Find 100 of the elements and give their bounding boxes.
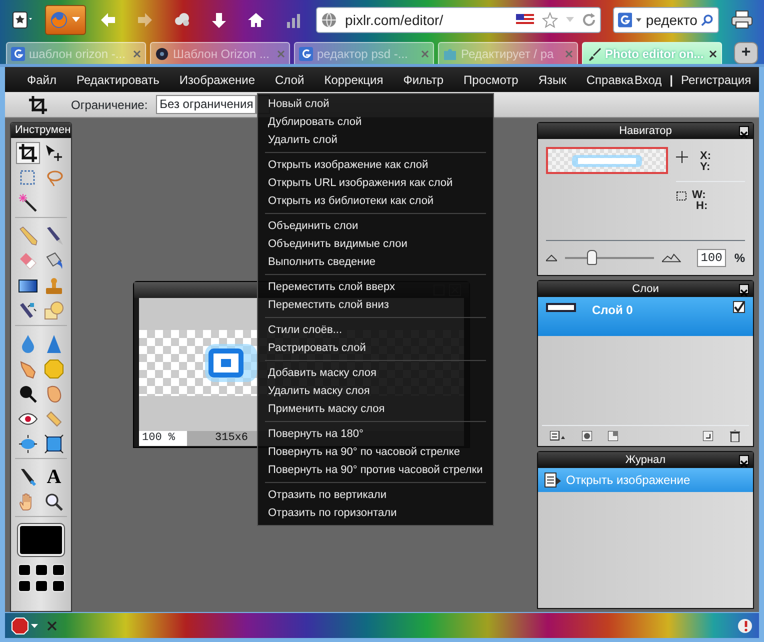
register-link[interactable]: Регистрация bbox=[680, 70, 752, 88]
zoom-out-icon[interactable] bbox=[546, 254, 557, 262]
document-arrow-icon bbox=[544, 472, 562, 488]
menu-option[interactable]: Повернуть на 180° bbox=[258, 425, 493, 443]
swatch-slot[interactable] bbox=[52, 580, 64, 592]
search-icon bbox=[701, 13, 714, 27]
constraint-select[interactable]: Без ограничения bbox=[156, 95, 256, 114]
image-size-text: 315x6 bbox=[215, 431, 248, 446]
login-link[interactable]: Вход bbox=[634, 70, 662, 88]
brush-icon bbox=[44, 226, 64, 246]
menu-item[interactable]: Просмотр bbox=[464, 70, 518, 88]
globe-icon bbox=[321, 12, 338, 28]
eyedropper-icon bbox=[18, 467, 38, 487]
swatch-slot[interactable] bbox=[52, 564, 64, 576]
menu-item[interactable]: Язык bbox=[538, 70, 566, 88]
move-arrow-icon bbox=[44, 143, 64, 163]
swatch-slot[interactable] bbox=[34, 580, 48, 592]
url-text: pixlr.com/editor/ bbox=[345, 10, 444, 30]
flag-icon bbox=[516, 14, 534, 26]
menu-option[interactable]: Стили слоёв... bbox=[258, 321, 493, 339]
swatch-slot[interactable] bbox=[18, 564, 30, 576]
menu-option[interactable]: Дублировать слой bbox=[258, 113, 493, 131]
zoom-field[interactable]: 100 % bbox=[139, 431, 187, 446]
menu-option[interactable]: Объединить слои bbox=[258, 217, 493, 235]
tool-button[interactable] bbox=[16, 142, 40, 164]
tool-button[interactable] bbox=[42, 433, 66, 455]
new-layer-icon[interactable] bbox=[703, 431, 713, 441]
menu-option[interactable]: Открыть из библиотеки как слой bbox=[258, 192, 493, 210]
layer-settings-icon[interactable] bbox=[550, 431, 566, 441]
close-button[interactable] bbox=[739, 455, 749, 465]
menu-item[interactable]: Редактировать bbox=[76, 70, 160, 88]
mask-icon[interactable] bbox=[582, 431, 592, 441]
close-icon[interactable] bbox=[709, 50, 717, 58]
star-icon[interactable] bbox=[542, 12, 558, 28]
caret-icon bbox=[566, 17, 574, 23]
menu-option[interactable]: Открыть URL изображения как слой bbox=[258, 174, 493, 192]
search-bar[interactable]: редекто bbox=[612, 7, 719, 33]
y-label: Y: bbox=[700, 162, 711, 173]
pencil-icon bbox=[18, 226, 38, 246]
menu-option[interactable]: Удалить слой bbox=[258, 131, 493, 149]
cone-icon bbox=[44, 334, 64, 354]
close-button[interactable] bbox=[739, 126, 749, 136]
menu-option[interactable]: Отразить по горизонтали bbox=[258, 504, 493, 522]
address-bar[interactable]: pixlr.com/editor/ bbox=[316, 7, 601, 33]
history-label: Открыть изображение bbox=[566, 472, 690, 489]
paint-bucket-icon bbox=[44, 251, 64, 271]
menu-option[interactable]: Переместить слой вверх bbox=[258, 278, 493, 296]
menu-item[interactable]: Фильтр bbox=[403, 70, 444, 88]
google-icon bbox=[618, 12, 632, 28]
dotted-rect-icon bbox=[676, 190, 688, 202]
pinch-icon bbox=[44, 434, 64, 454]
shapes-icon bbox=[44, 301, 64, 321]
new-layer-checker-icon[interactable] bbox=[608, 431, 618, 441]
h-label: H: bbox=[696, 201, 708, 212]
menu-option[interactable]: Новый слой bbox=[258, 95, 493, 113]
menu-item[interactable]: Справка bbox=[586, 70, 634, 88]
brush-arrows-icon bbox=[18, 301, 38, 321]
panel-title: Инструмен bbox=[11, 123, 71, 138]
menu-option[interactable]: Переместить слой вниз bbox=[258, 296, 493, 314]
adblock-icon[interactable] bbox=[11, 616, 39, 634]
firefox-menu-button[interactable] bbox=[45, 5, 86, 35]
zoom-input[interactable]: 100 bbox=[696, 249, 726, 267]
magic-wand-icon bbox=[18, 193, 38, 213]
swatch-slot[interactable] bbox=[18, 580, 30, 592]
crop-icon bbox=[18, 143, 38, 163]
close-icon bbox=[740, 460, 748, 468]
menu-option[interactable]: Отразить по вертикали bbox=[258, 486, 493, 504]
caret-icon bbox=[72, 17, 80, 23]
menu-item[interactable]: Файл bbox=[27, 70, 57, 88]
menu-option[interactable]: Добавить маску слоя bbox=[258, 364, 493, 382]
menu-item[interactable]: Изображение bbox=[179, 70, 256, 88]
slider-thumb[interactable] bbox=[586, 250, 597, 265]
close-button[interactable] bbox=[739, 284, 749, 294]
zoom-in-icon[interactable] bbox=[662, 253, 681, 263]
menu-option[interactable]: Удалить маску слоя bbox=[258, 382, 493, 400]
alert-icon[interactable] bbox=[737, 618, 753, 634]
puzzle-icon bbox=[443, 46, 457, 60]
menu-item[interactable]: Коррекция bbox=[324, 70, 384, 88]
text-tool-button[interactable]: A bbox=[42, 466, 66, 488]
menu-option[interactable]: Объединить видимые слои bbox=[258, 235, 493, 253]
menu-option[interactable]: Растрировать слой bbox=[258, 339, 493, 357]
check-icon bbox=[734, 302, 744, 312]
x-label: X: bbox=[700, 151, 711, 162]
swatch-slot[interactable] bbox=[34, 564, 48, 576]
menu-item[interactable]: Слой bbox=[275, 70, 304, 88]
trash-icon[interactable] bbox=[729, 430, 741, 442]
tool-button[interactable] bbox=[16, 433, 40, 455]
menu-option[interactable]: Повернуть на 90° против часовой стрелки bbox=[258, 461, 493, 479]
crop-icon bbox=[28, 94, 48, 114]
crosshair-icon bbox=[676, 151, 688, 163]
brush-icon bbox=[587, 46, 601, 60]
menu-option[interactable]: Применить маску слоя bbox=[258, 400, 493, 418]
menu-option[interactable]: Открыть изображение как слой bbox=[258, 156, 493, 174]
reload-icon[interactable] bbox=[582, 13, 596, 27]
menu-option[interactable]: Выполнить сведение bbox=[258, 253, 493, 271]
w-label: W: bbox=[692, 190, 707, 201]
visibility-checkbox[interactable] bbox=[733, 301, 745, 313]
color-swatch[interactable] bbox=[18, 524, 64, 556]
menu-option[interactable]: Повернуть на 90° по часовой стрелке bbox=[258, 443, 493, 461]
new-tab-button[interactable]: + bbox=[734, 42, 758, 64]
